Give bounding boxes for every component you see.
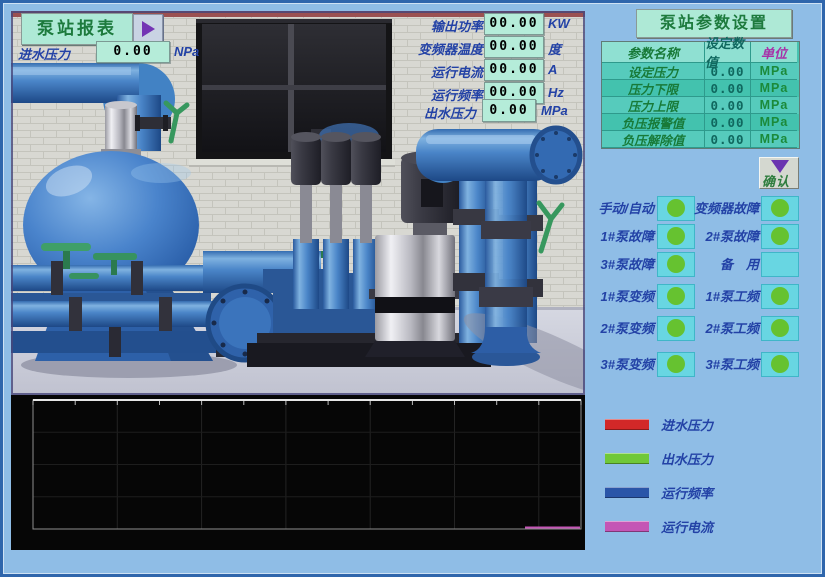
table-row: 设定压力 0.00 MPa	[602, 63, 799, 80]
indicator-vfd-fault[interactable]	[761, 196, 799, 221]
run-frequency-unit: Hz	[548, 85, 564, 100]
outlet-pressure-label: 出水压力	[424, 103, 476, 122]
indicator-label-pump2-mains: 2#泵工频	[693, 316, 759, 341]
run-current-label: 运行电流	[399, 62, 483, 81]
indicator-pump1-mains[interactable]	[761, 284, 799, 309]
outlet-pressure-unit: MPa	[541, 103, 568, 118]
indicator-pump2-fault[interactable]	[761, 224, 799, 249]
horizontal-gridlines	[33, 432, 581, 497]
settings-table: 参数名称 设定数值 单位 设定压力 0.00 MPa 压力下限 0.00 MPa…	[601, 41, 800, 149]
inverter-temp-unit: 度	[548, 39, 561, 58]
play-icon	[142, 21, 155, 37]
col-param-name: 参数名称	[602, 42, 705, 63]
status-led	[771, 355, 789, 373]
indicator-label-pump3-fault: 3#泵故障	[587, 252, 654, 277]
indicator-pump3-mains[interactable]	[761, 352, 799, 377]
legend-label-outlet-pressure: 出水压力	[661, 449, 713, 468]
run-current-unit: A	[548, 62, 557, 77]
legend-swatch-run-current	[605, 521, 649, 532]
status-led	[667, 355, 685, 373]
axis-ticks	[33, 401, 581, 405]
trend-chart-panel	[11, 395, 585, 550]
confirm-button[interactable]: 确认	[759, 157, 799, 189]
trend-chart-plot	[11, 395, 585, 550]
indicator-pump2-vfd[interactable]	[657, 316, 695, 341]
header-pipe	[416, 128, 580, 183]
col-set-value: 设定数值	[705, 42, 751, 63]
indicator-manual-auto[interactable]	[657, 196, 695, 221]
indicator-pump3-fault[interactable]	[657, 252, 695, 277]
indicator-label-vfd-fault: 变频器故障	[693, 196, 759, 221]
indicator-label-pump1-vfd: 1#泵变频	[587, 284, 654, 309]
output-power-value: 00.00	[484, 13, 544, 35]
settings-table-header: 参数名称 设定数值 单位	[602, 42, 799, 63]
legend-label-inlet-pressure: 进水压力	[661, 415, 713, 434]
indicator-pump2-mains[interactable]	[761, 316, 799, 341]
indicator-label-manual-auto: 手动/自动	[587, 196, 654, 221]
status-led	[667, 287, 685, 305]
indicator-pump3-vfd[interactable]	[657, 352, 695, 377]
inverter-temp-label: 变频器温度	[399, 39, 483, 58]
pressure-low-limit-value[interactable]: 0.00	[705, 80, 751, 97]
legend-swatch-run-frequency	[605, 487, 649, 498]
status-led	[771, 227, 789, 245]
outlet-pressure-value: 0.00	[482, 99, 536, 122]
status-led	[667, 319, 685, 337]
table-row: 压力上限 0.00 MPa	[602, 97, 799, 114]
indicator-spare[interactable]	[761, 252, 799, 277]
run-frequency-label: 运行频率	[399, 85, 483, 104]
indicator-pump1-vfd[interactable]	[657, 284, 695, 309]
indicator-label-pump2-fault: 2#泵故障	[693, 224, 759, 249]
indicator-label-pump3-mains: 3#泵工频	[693, 352, 759, 377]
confirm-button-label: 确认	[762, 171, 790, 190]
status-led	[771, 199, 789, 217]
table-row: 压力下限 0.00 MPa	[602, 80, 799, 97]
table-row: 负压解除值 0.00 MPa	[602, 131, 799, 148]
status-led	[771, 319, 789, 337]
pump-station-hmi-screen: 泵站报表 进水压力 0.00 NPa 输出功率 00.00 KW 变频器温度 0…	[0, 0, 825, 577]
neg-pressure-alarm-value[interactable]: 0.00	[705, 114, 751, 131]
set-pressure-value[interactable]: 0.00	[705, 63, 751, 80]
legend-label-run-current: 运行电流	[661, 517, 713, 536]
legend-label-run-frequency: 运行频率	[661, 483, 713, 502]
status-led	[667, 227, 685, 245]
inverter-temp-value: 00.00	[484, 36, 544, 58]
pressure-high-limit-value[interactable]: 0.00	[705, 97, 751, 114]
status-led	[667, 199, 685, 217]
inlet-pressure-unit: NPa	[174, 44, 199, 59]
legend-swatch-outlet-pressure	[605, 453, 649, 464]
indicator-label-pump1-mains: 1#泵工频	[693, 284, 759, 309]
status-led	[771, 287, 789, 305]
run-current-value: 00.00	[484, 59, 544, 81]
indicator-label-pump1-fault: 1#泵故障	[587, 224, 654, 249]
output-power-label: 输出功率	[399, 16, 483, 35]
indicator-label-pump3-vfd: 3#泵变频	[587, 352, 654, 377]
legend-swatch-inlet-pressure	[605, 419, 649, 430]
col-unit: 单位	[751, 42, 797, 63]
inlet-pressure-label: 进水压力	[18, 44, 70, 63]
inlet-pressure-value: 0.00	[96, 41, 170, 63]
neg-pressure-release-value[interactable]: 0.00	[705, 131, 751, 148]
output-power-unit: KW	[548, 16, 570, 31]
indicator-label-pump2-vfd: 2#泵变频	[587, 316, 654, 341]
indicator-pump1-fault[interactable]	[657, 224, 695, 249]
indicator-label-spare: 备 用	[693, 252, 759, 277]
table-row: 负压报警值 0.00 MPa	[602, 114, 799, 131]
status-led	[667, 255, 685, 273]
